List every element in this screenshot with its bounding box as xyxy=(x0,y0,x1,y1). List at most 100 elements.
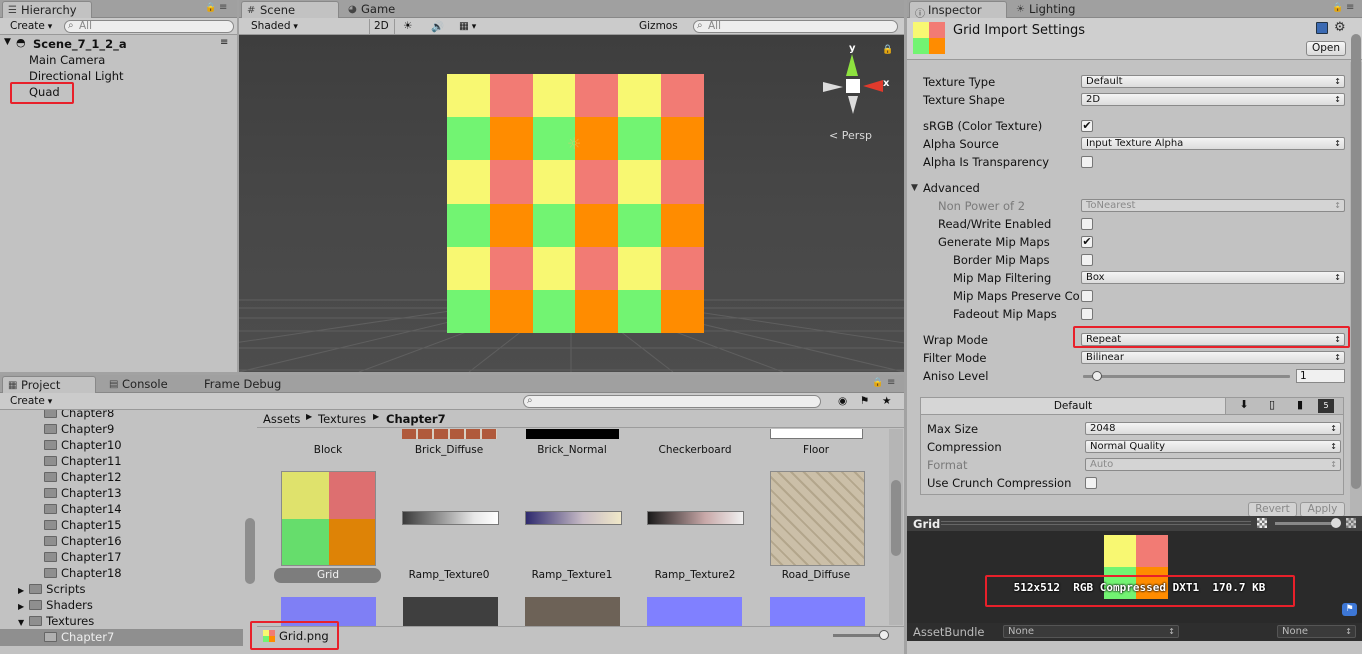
persp-label[interactable]: < Persp xyxy=(829,129,872,142)
folder-chapter18[interactable]: Chapter18 xyxy=(44,566,122,580)
settings-gear-icon[interactable]: ⚙ xyxy=(1334,20,1346,35)
project-search-input[interactable] xyxy=(523,395,821,408)
asset-scroll-thumb[interactable] xyxy=(891,480,901,556)
orientation-gizmo[interactable]: y x xyxy=(821,43,891,117)
shading-dropdown[interactable]: Shaded xyxy=(247,19,365,34)
toggle-2d-button[interactable]: 2D xyxy=(369,19,395,34)
project-create-button[interactable]: Create xyxy=(6,394,56,409)
filter-type-icon[interactable]: ◉ xyxy=(834,394,851,409)
gizmos-dropdown[interactable]: Gizmos xyxy=(635,19,687,34)
folder-textures[interactable]: ▼ Textures xyxy=(18,614,94,628)
asset-label-grid[interactable]: Grid xyxy=(268,569,388,581)
create-button[interactable]: Create xyxy=(6,19,56,34)
tree-scroll-thumb[interactable] xyxy=(245,518,255,584)
asset-label-brick-diffuse[interactable]: Brick_Diffuse xyxy=(389,444,509,456)
inspector-scroll-thumb[interactable] xyxy=(1351,34,1361,489)
mip-preserve-checkbox[interactable] xyxy=(1081,290,1093,302)
crunch-checkbox[interactable] xyxy=(1085,477,1097,489)
folder-chapter7-selected[interactable]: Chapter7 xyxy=(0,629,243,646)
filter-mode-dropdown[interactable]: Bilinear xyxy=(1081,351,1345,364)
lighting-toggle-icon[interactable]: ☀ xyxy=(399,19,423,34)
folder-chapter16[interactable]: Chapter16 xyxy=(44,534,122,548)
platform-ios-icon[interactable]: ▯ xyxy=(1261,398,1283,411)
revert-button[interactable]: Revert xyxy=(1248,502,1297,517)
assetbundle-variant-dropdown[interactable]: None xyxy=(1277,625,1356,638)
open-button[interactable]: Open xyxy=(1306,41,1346,56)
compression-dropdown[interactable]: Normal Quality xyxy=(1085,440,1341,453)
tab-inspector[interactable]: ⓘ Inspector xyxy=(909,1,1007,20)
thumbnail-size-slider-thumb[interactable] xyxy=(879,630,889,640)
platform-tab-default[interactable]: Default xyxy=(921,398,1226,414)
max-size-dropdown[interactable]: 2048 xyxy=(1085,422,1341,435)
apply-button[interactable]: Apply xyxy=(1300,502,1345,517)
checker-alpha-icon[interactable] xyxy=(1257,518,1267,528)
project-menu-icon[interactable]: ≡ xyxy=(887,377,895,388)
inspector-lock-icon[interactable]: 🔒 xyxy=(1332,3,1343,13)
expand-arrow-icon[interactable]: ▼ xyxy=(4,37,11,47)
thumb-brick-normal[interactable] xyxy=(526,429,619,439)
aniso-slider-track[interactable] xyxy=(1083,375,1290,378)
thumb-ramp-texture1[interactable] xyxy=(525,511,622,525)
platform-android-icon[interactable]: ▮ xyxy=(1289,398,1311,411)
tab-hierarchy[interactable]: ☰ Hierarchy xyxy=(2,1,92,18)
asset-label-tag-icon[interactable]: ⚑ xyxy=(1342,603,1357,616)
texture-type-dropdown[interactable]: Default xyxy=(1081,75,1345,88)
asset-label-brick-normal[interactable]: Brick_Normal xyxy=(512,444,632,456)
filter-label-icon[interactable]: ⚑ xyxy=(856,394,873,409)
asset-label-checkerboard[interactable]: Checkerboard xyxy=(635,444,755,456)
read-write-checkbox[interactable] xyxy=(1081,218,1093,230)
assetbundle-dropdown[interactable]: None xyxy=(1003,625,1179,638)
thumb-floor[interactable] xyxy=(770,429,863,439)
alpha-source-dropdown[interactable]: Input Texture Alpha xyxy=(1081,137,1345,150)
hierarchy-item-directional-light[interactable]: Directional Light xyxy=(29,69,124,83)
folder-chapter8[interactable]: Chapter8 xyxy=(44,410,114,420)
generate-mip-checkbox[interactable]: ✔ xyxy=(1081,236,1093,248)
mip-slider-track[interactable] xyxy=(1275,522,1337,525)
mip-slider-thumb[interactable] xyxy=(1331,518,1341,528)
tab-frame-debug[interactable]: Frame Debug xyxy=(198,376,298,393)
hierarchy-search-input[interactable]: All xyxy=(64,20,234,33)
collapse-arrow-icon[interactable]: ▶ xyxy=(18,602,24,611)
audio-toggle-icon[interactable]: 🔊 xyxy=(427,19,451,34)
folder-chapter15[interactable]: Chapter15 xyxy=(44,518,122,532)
gizmo-neg-y-cone[interactable] xyxy=(848,96,858,114)
tab-scene[interactable]: # Scene xyxy=(241,1,339,18)
tab-project[interactable]: ▦ Project xyxy=(2,376,96,393)
asset-label-floor[interactable]: Floor xyxy=(756,444,876,456)
collapse-arrow-icon[interactable]: ▶ xyxy=(18,586,24,595)
preview-drag-handle[interactable] xyxy=(941,521,1251,525)
fadeout-mip-checkbox[interactable] xyxy=(1081,308,1093,320)
scene-viewport[interactable]: ☼ y x < Persp 🔒 xyxy=(239,35,904,372)
alpha-transparency-checkbox[interactable] xyxy=(1081,156,1093,168)
thumb-brick-diffuse[interactable] xyxy=(402,429,497,439)
asset-label-ramp-texture0[interactable]: Ramp_Texture0 xyxy=(389,569,509,581)
help-book-icon[interactable] xyxy=(1316,22,1328,34)
aniso-slider-thumb[interactable] xyxy=(1092,371,1102,381)
aniso-level-field[interactable]: 1 xyxy=(1296,369,1345,383)
gizmo-y-cone[interactable] xyxy=(846,54,858,76)
tab-console[interactable]: ▤ Console xyxy=(104,376,194,393)
expand-arrow-icon[interactable]: ▼ xyxy=(18,618,24,627)
mip-filter-dropdown[interactable]: Box xyxy=(1081,271,1345,284)
border-mip-checkbox[interactable] xyxy=(1081,254,1093,266)
thumb-road-diffuse[interactable] xyxy=(770,471,865,566)
folder-chapter7[interactable]: Chapter7 xyxy=(44,630,114,644)
folder-shaders[interactable]: ▶ Shaders xyxy=(18,598,93,612)
asset-label-ramp-texture1[interactable]: Ramp_Texture1 xyxy=(512,569,632,581)
scene-quad-grid[interactable] xyxy=(447,74,704,333)
scene-root-row[interactable]: ▼ ◓ Scene_7_1_2_a ≡ xyxy=(0,36,237,52)
thumb-ramp-texture2[interactable] xyxy=(647,511,744,525)
gizmo-x-cone[interactable] xyxy=(863,80,883,92)
asset-label-ramp-texture2[interactable]: Ramp_Texture2 xyxy=(635,569,755,581)
advanced-foldout-arrow-icon[interactable]: ▼ xyxy=(911,183,918,193)
srgb-checkbox[interactable]: ✔ xyxy=(1081,120,1093,132)
thumb-ramp-texture0[interactable] xyxy=(402,511,499,525)
gizmo-neg-x-cone[interactable] xyxy=(823,82,843,92)
folder-chapter14[interactable]: Chapter14 xyxy=(44,502,122,516)
favorite-star-icon[interactable]: ★ xyxy=(878,394,895,409)
thumb-normal-map-2[interactable] xyxy=(647,597,742,627)
scene-menu-icon[interactable]: ≡ xyxy=(220,37,228,48)
thumbnail-size-slider[interactable] xyxy=(833,634,885,637)
folder-chapter11[interactable]: Chapter11 xyxy=(44,454,122,468)
asset-label-road-diffuse[interactable]: Road_Diffuse xyxy=(756,569,876,581)
